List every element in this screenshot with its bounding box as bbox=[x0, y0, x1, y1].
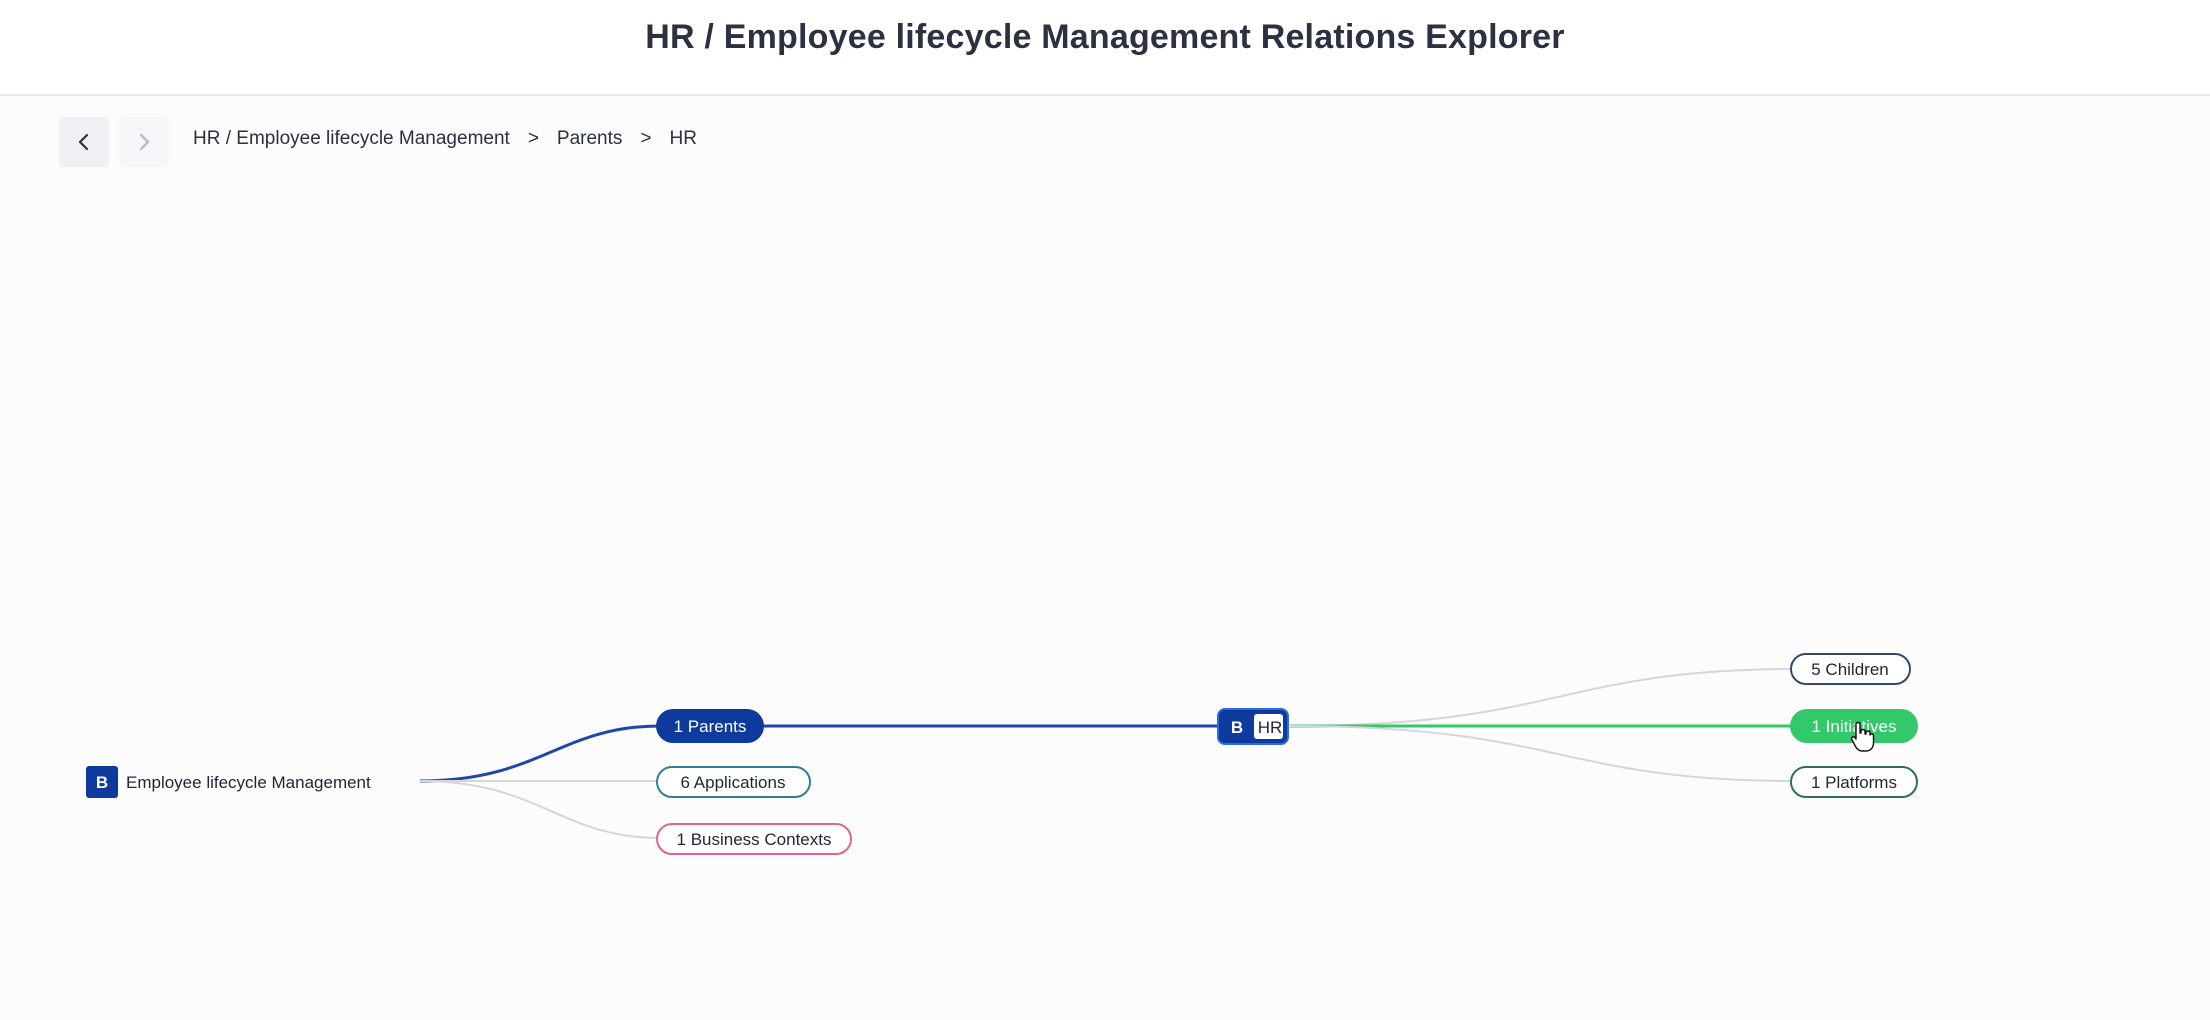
relation-pill-children[interactable]: 5 Children bbox=[1790, 653, 1911, 685]
relation-pill-parents[interactable]: 1 Parents bbox=[656, 709, 764, 743]
relation-pill-parents-label: 1 Parents bbox=[674, 717, 747, 736]
edge-focus-children bbox=[1289, 668, 1796, 727]
relation-pill-applications-label: 6 Applications bbox=[681, 773, 786, 792]
focus-node-badge-letter: B bbox=[1231, 718, 1243, 737]
relation-pill-children-label: 5 Children bbox=[1811, 660, 1889, 679]
edge-focus-platforms bbox=[1289, 725, 1796, 782]
root-node[interactable]: B Employee lifecycle Management bbox=[86, 766, 371, 798]
edge-root-parents bbox=[419, 724, 661, 783]
edge-root-business-contexts bbox=[419, 780, 661, 839]
root-node-label: Employee lifecycle Management bbox=[126, 773, 371, 792]
relations-graph: B Employee lifecycle Management 1 Parent… bbox=[86, 653, 1918, 855]
relation-pill-business-contexts-label: 1 Business Contexts bbox=[677, 830, 832, 849]
root-node-badge-letter: B bbox=[96, 773, 108, 792]
focus-node-label: HR bbox=[1258, 718, 1283, 737]
focus-node[interactable]: B HR bbox=[1217, 708, 1289, 745]
relation-pill-platforms[interactable]: 1 Platforms bbox=[1790, 766, 1918, 798]
relation-pill-platforms-label: 1 Platforms bbox=[1811, 773, 1897, 792]
relation-pill-initiatives-label: 1 Initiatives bbox=[1811, 717, 1896, 736]
relation-pill-business-contexts[interactable]: 1 Business Contexts bbox=[656, 823, 852, 855]
relation-pill-applications[interactable]: 6 Applications bbox=[656, 766, 811, 798]
